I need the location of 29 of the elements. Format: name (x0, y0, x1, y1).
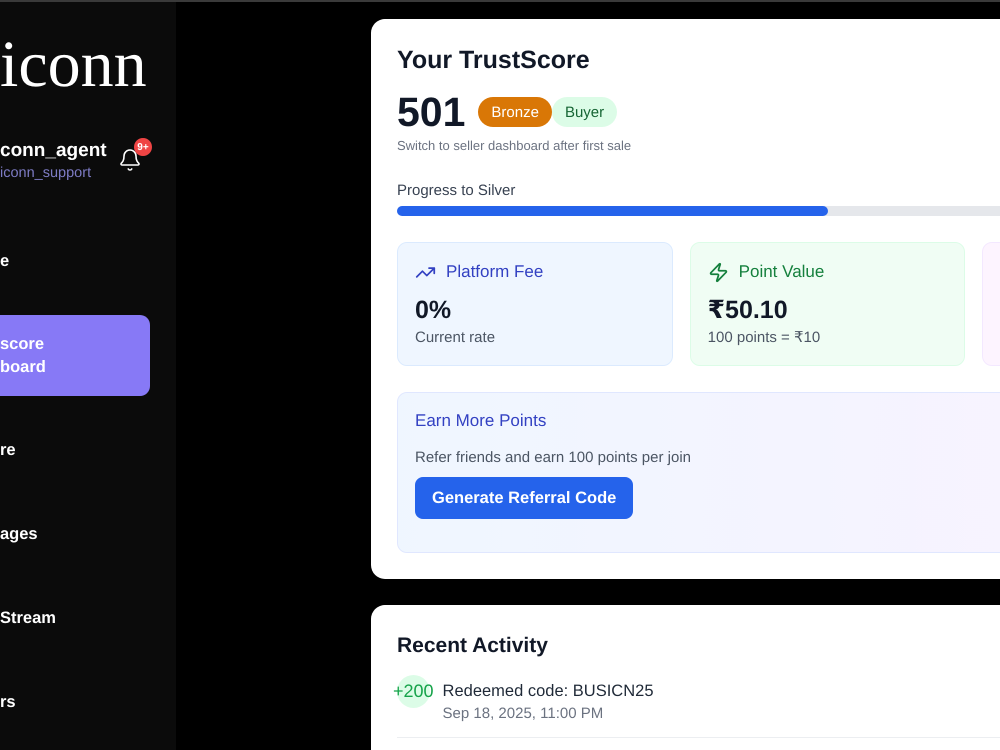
activity-title: Redeemed code: BUSICN25 (442, 681, 654, 701)
score-value: 501 (397, 88, 466, 136)
nav-item[interactable]: re (0, 420, 150, 480)
stat-title: Platform Fee (446, 262, 544, 282)
stat-value: 0% (415, 295, 452, 325)
activity-time: Sep 18, 2025, 11:00 PM (442, 704, 604, 724)
user-name: conn_agent (0, 141, 108, 161)
nav-item[interactable]: rs (0, 672, 150, 732)
hint-text: Switch to seller dashboard after first sale (397, 137, 632, 155)
stat-value: ₹50.10 (708, 295, 789, 325)
role-badge: Buyer (552, 97, 618, 127)
nav-item[interactable]: e (0, 231, 150, 291)
stat-caption: Current rate (415, 328, 496, 348)
progress-label: Progress to Silver (397, 182, 516, 200)
stat-title: Point Value (738, 262, 824, 282)
lightning-icon (708, 262, 729, 282)
generate-code-button[interactable]: Generate Referral Code (415, 477, 634, 519)
points-badge: +200 (393, 675, 434, 708)
panel-title: Earn More Points (415, 410, 548, 432)
nav-item[interactable]: Stream (0, 588, 150, 648)
logo-text: iconn (0, 32, 148, 98)
panel-text: Refer friends and earn 100 points per join (415, 448, 692, 468)
card-title: Your TrustScore (397, 45, 591, 75)
card-title: Recent Activity (397, 633, 549, 659)
tier-badge: Bronze (478, 97, 552, 127)
notification-count: 9+ (134, 138, 152, 156)
stat-caption: 100 points = ₹10 (708, 328, 822, 348)
nav-item[interactable]: ages (0, 504, 150, 564)
user-handle: iconn_support (0, 164, 92, 182)
